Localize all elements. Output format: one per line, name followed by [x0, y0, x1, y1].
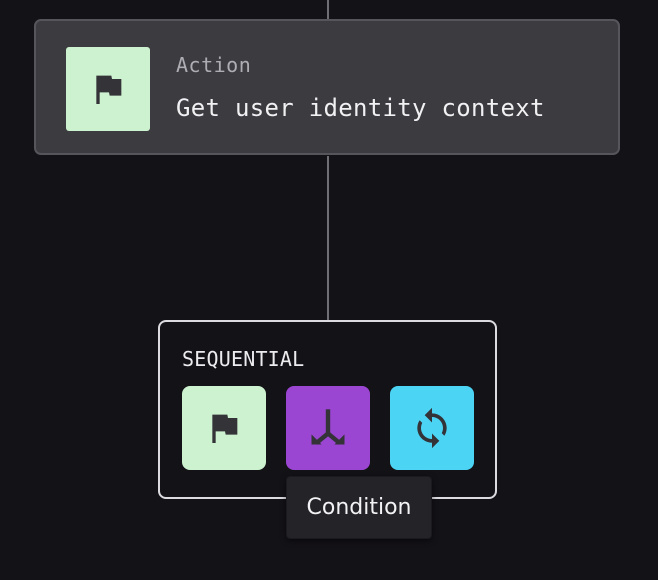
add-loop-button[interactable]: [390, 386, 474, 470]
flag-icon: [88, 69, 128, 109]
flag-icon: [204, 408, 244, 448]
connector-line-top: [327, 0, 329, 20]
refresh-cycle-icon: [410, 406, 454, 450]
add-condition-button[interactable]: [286, 386, 370, 470]
action-icon-tile: [66, 47, 150, 131]
action-title: Get user identity context: [176, 94, 545, 122]
sequential-panel: SEQUENTIAL: [158, 320, 497, 499]
condition-tooltip: Condition: [286, 476, 432, 539]
connector-line-middle: [327, 156, 329, 322]
add-action-button[interactable]: [182, 386, 266, 470]
action-kind-label: Action: [176, 53, 252, 77]
action-node-card[interactable]: Action Get user identity context: [34, 19, 620, 155]
merge-arrows-icon: [306, 406, 350, 450]
sequential-label: SEQUENTIAL: [182, 347, 305, 371]
